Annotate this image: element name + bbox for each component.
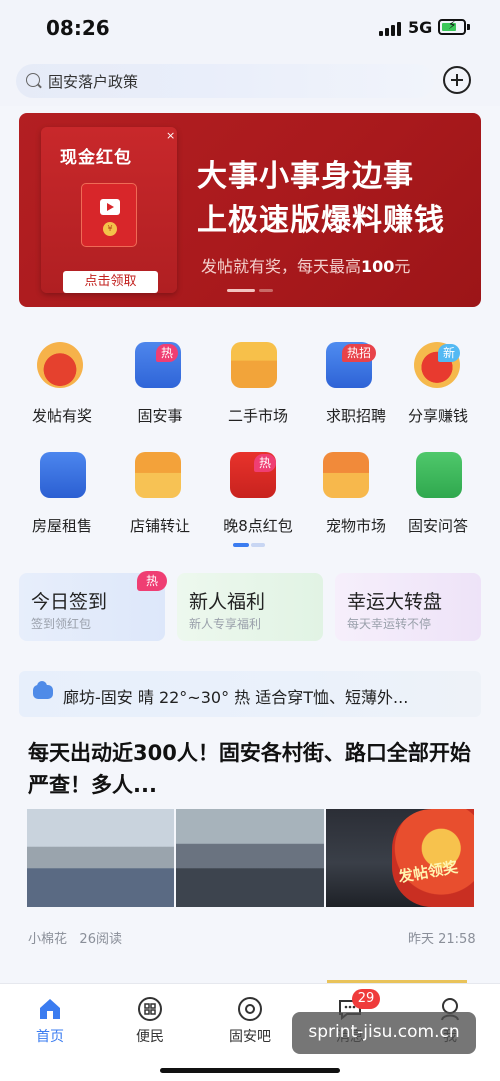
overlay-label: 发帖领奖 bbox=[396, 857, 460, 887]
battery-cap bbox=[467, 24, 470, 30]
coin-icon: ¥ bbox=[103, 222, 117, 236]
location-pin-icon bbox=[237, 996, 263, 1022]
pet-cat-box-icon bbox=[323, 452, 369, 498]
promo-subtitle: 新人专享福利 bbox=[189, 617, 262, 631]
cash-redpacket-card[interactable]: × 现金红包 ¥ 点击领取 bbox=[41, 127, 177, 293]
banner-subline: 发帖就有奖，每天最高100元 bbox=[201, 253, 410, 277]
building-icon bbox=[40, 452, 86, 498]
badge-new: 新 bbox=[438, 344, 461, 362]
article-thumbnails: 发帖领奖 bbox=[27, 809, 474, 907]
grid-pagination bbox=[233, 543, 265, 547]
message-count-badge: 29 bbox=[352, 989, 380, 1009]
promo-subtitle: 每天幸运转不停 bbox=[347, 617, 432, 631]
tab-label: 固安吧 bbox=[229, 1029, 271, 1045]
network-type: 5G bbox=[408, 18, 433, 37]
status-time: 08:26 bbox=[46, 16, 110, 40]
article-author: 小棉花 bbox=[28, 932, 68, 947]
storefront-icon bbox=[135, 452, 181, 498]
add-post-button[interactable] bbox=[443, 66, 471, 94]
search-icon bbox=[26, 73, 40, 87]
promo-title: 幸运大转盘 bbox=[347, 591, 443, 613]
banner-subline-prefix: 发帖就有奖，每天最高 bbox=[201, 257, 362, 276]
grid-apps-icon bbox=[137, 996, 163, 1022]
banner-headline-2: 上极速版爆料赚钱 bbox=[197, 203, 445, 238]
search-input[interactable]: 固安落户政策 bbox=[16, 64, 434, 98]
grid-item-qa[interactable]: 固安问答 bbox=[392, 442, 490, 535]
grid-item-housing[interactable]: 房屋租售 bbox=[0, 442, 98, 535]
cloud-icon bbox=[33, 681, 53, 699]
red-envelope-icon: ¥ bbox=[81, 183, 137, 247]
promo-subtitle: 签到领红包 bbox=[31, 617, 92, 631]
chat-bubble-icon bbox=[416, 452, 462, 498]
tab-guan-bar[interactable]: 固安吧 bbox=[200, 984, 300, 1054]
play-icon bbox=[100, 199, 120, 215]
tab-label: 便民 bbox=[136, 1029, 164, 1045]
banner-pagination bbox=[227, 289, 273, 292]
badge-hot: 热 bbox=[254, 454, 277, 472]
home-icon bbox=[37, 996, 63, 1022]
grid-label: 固安问答 bbox=[407, 517, 468, 535]
promo-card-newbie[interactable]: 新人福利 新人专享福利 bbox=[177, 573, 323, 641]
tab-services[interactable]: 便民 bbox=[100, 984, 200, 1054]
weather-bar[interactable]: 廊坊-固安 晴 22°~30° 热 适合穿T恤、短薄外... bbox=[19, 671, 481, 717]
promo-title: 今日签到 bbox=[31, 591, 108, 613]
promo-banner[interactable]: × 现金红包 ¥ 点击领取 大事小事身边事 上极速版爆料赚钱 发帖就有奖，每天最… bbox=[19, 113, 481, 307]
badge-hot-hiring: 热招 bbox=[342, 344, 377, 362]
banner-subline-amount: 100 bbox=[361, 257, 395, 276]
search-row: 固安落户政策 bbox=[0, 56, 500, 106]
grid-item-share-earn[interactable]: 新 分享赚钱 bbox=[392, 332, 490, 425]
status-bar: 08:26 5G ⚡ bbox=[0, 0, 500, 56]
watermark-text: sprint-jisu.com.cn bbox=[308, 1022, 460, 1042]
close-icon[interactable]: × bbox=[166, 129, 175, 142]
thumbnail-2[interactable] bbox=[176, 809, 324, 907]
tab-home[interactable]: 首页 bbox=[0, 984, 100, 1054]
article-reads: 26阅读 bbox=[79, 932, 122, 947]
home-indicator[interactable] bbox=[160, 1068, 340, 1073]
feature-grid: 发帖有奖 热 固安事 二手市场 热招 求职招聘 新 分享赚钱 房屋租售 店铺转让… bbox=[0, 332, 500, 562]
promo-card-signin[interactable]: 今日签到 签到领红包 热 bbox=[19, 571, 167, 641]
redpacket-title: 现金红包 bbox=[60, 148, 132, 168]
post-reward-overlay-icon[interactable]: 发帖领奖 bbox=[392, 809, 474, 907]
article-title[interactable]: 每天出动近300人！固安各村街、路口全部开始严查！多人... bbox=[28, 737, 478, 801]
thumbnail-1[interactable] bbox=[27, 809, 174, 907]
promo-card-lucky-wheel[interactable]: 幸运大转盘 每天幸运转不停 bbox=[335, 573, 481, 641]
battery-icon: ⚡ bbox=[438, 18, 466, 35]
badge-hot: 热 bbox=[156, 344, 179, 362]
banner-headline-1: 大事小事身边事 bbox=[197, 159, 414, 194]
promo-title: 新人福利 bbox=[189, 591, 266, 613]
grid-item-guan-news[interactable]: 热 固安事 bbox=[98, 332, 196, 425]
article-card[interactable]: 每天出动近300人！固安各村街、路口全部开始严查！多人... 发帖领奖 小棉花 … bbox=[0, 723, 500, 963]
thumbnail-3[interactable]: 发帖领奖 bbox=[326, 809, 474, 907]
watermark: sprint-jisu.com.cn bbox=[292, 1012, 476, 1054]
grid-label: 分享赚钱 bbox=[407, 407, 468, 425]
grid-item-store-transfer[interactable]: 店铺转让 bbox=[98, 442, 196, 535]
grid-item-second-hand[interactable]: 二手市场 bbox=[196, 332, 294, 425]
weather-text: 廊坊-固安 晴 22°~30° 热 适合穿T恤、短薄外... bbox=[63, 688, 409, 707]
red-lucky-bag-icon bbox=[37, 342, 83, 388]
tab-label: 首页 bbox=[36, 1029, 64, 1045]
promo-cards: 今日签到 签到领红包 热 新人福利 新人专享福利 幸运大转盘 每天幸运转不停 bbox=[0, 571, 500, 643]
article-meta: 小棉花 26阅读 bbox=[28, 928, 122, 947]
signal-icon bbox=[379, 22, 403, 36]
grid-item-night-redpacket[interactable]: 热 晚8点红包 bbox=[196, 442, 294, 535]
grid-item-post-reward[interactable]: 发帖有奖 bbox=[0, 332, 98, 425]
article-time: 昨天 21:58 bbox=[408, 932, 476, 947]
claim-button[interactable]: 点击领取 bbox=[63, 271, 158, 293]
gift-box-icon bbox=[231, 342, 277, 388]
search-placeholder: 固安落户政策 bbox=[48, 73, 139, 91]
badge-hot: 热 bbox=[137, 571, 167, 591]
banner-subline-suffix: 元 bbox=[394, 257, 411, 276]
